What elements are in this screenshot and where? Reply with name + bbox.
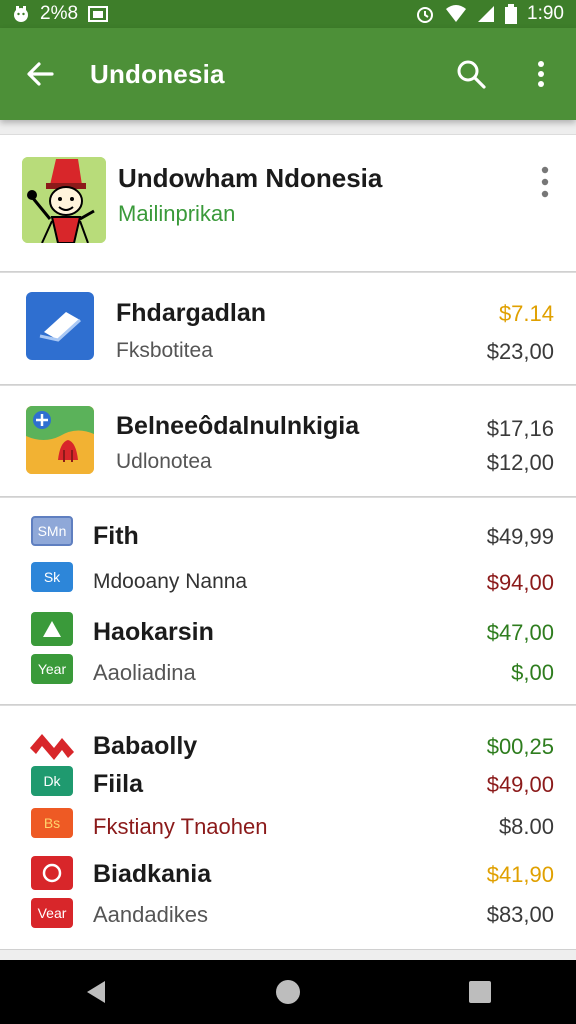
character-icon (22, 157, 106, 243)
nav-back-button[interactable] (66, 962, 126, 1022)
featured-app-icon (22, 157, 106, 243)
item-price-secondary: $12,00 (486, 450, 554, 475)
app-badge-icon: Vear (31, 898, 73, 928)
list-item[interactable]: SMn Fith $49,99 (0, 516, 576, 556)
featured-overflow-button[interactable] (538, 165, 552, 199)
item-price-secondary: $23,00 (486, 339, 554, 364)
square-recents-icon (469, 981, 491, 1003)
arrow-back-icon (27, 62, 54, 86)
status-time: 1:90 (527, 3, 564, 24)
app-badge-icon: Bs (31, 808, 73, 838)
list-item-title: Fiila (93, 770, 144, 798)
list-item-price: $94,00 (486, 570, 554, 595)
featured-title: Undowham Ndonesia (118, 163, 383, 193)
item-price-primary: $17,16 (486, 416, 554, 441)
item-card[interactable]: Fhdargadlan Fksbotitea $7.14 $23,00 (0, 272, 576, 385)
nav-recents-button[interactable] (450, 962, 510, 1022)
image-icon (88, 5, 109, 23)
list-item[interactable]: Dk Fiila $49,00 (0, 766, 576, 806)
list-item-price: $49,00 (486, 772, 554, 797)
list-item[interactable]: Year Aaoliadina $,00 (0, 654, 576, 694)
overflow-menu-button[interactable] (506, 28, 576, 120)
triangle-app-icon (31, 612, 73, 646)
list-item-title: Babaolly (93, 732, 198, 760)
paper-icon (39, 312, 82, 342)
list-item-price: $41,90 (486, 862, 554, 887)
zigzag-app-icon (28, 728, 76, 762)
list-item[interactable]: Vear Aandadikes $83,00 (0, 898, 576, 938)
system-nav-bar (0, 960, 576, 1024)
ring-app-icon (31, 856, 73, 890)
notification-icon (12, 5, 30, 23)
battery-icon (505, 4, 518, 24)
nav-home-button[interactable] (258, 962, 318, 1022)
featured-subtitle: Mailinprikan (118, 201, 236, 226)
item-subtitle: Fksbotitea (116, 339, 213, 362)
app-badge-icon: SMn (31, 516, 73, 546)
list-item-title: Aandadikes (93, 902, 208, 927)
list-item-price: $49,99 (486, 524, 554, 549)
list-item-price: $00,25 (486, 734, 554, 759)
list-item-title: Fkstiany Tnaohen (93, 814, 268, 839)
list-item-price: $83,00 (486, 902, 554, 927)
list-item[interactable]: Haokarsin $47,00 (0, 612, 576, 652)
alarm-icon (415, 4, 435, 24)
document-app-icon (26, 292, 94, 360)
list-item-title: Haokarsin (93, 618, 214, 646)
item-title: Belneeôdalnulnkigia (116, 412, 360, 440)
list-item[interactable]: Sk Mdooany Nanna $94,00 (0, 562, 576, 602)
more-vert-icon (538, 61, 544, 87)
page-title: Undonesia (90, 58, 225, 89)
status-left-text: 2%8 (40, 3, 79, 24)
list-item-price: $8.00 (498, 814, 554, 839)
item-title: Fhdargadlan (116, 299, 267, 327)
more-vert-icon (541, 166, 549, 198)
circle-home-icon (276, 980, 300, 1004)
list-item-price: $,00 (511, 660, 554, 685)
map-app-icon (26, 406, 94, 474)
signal-icon (477, 5, 495, 23)
triangle-back-icon (87, 981, 105, 1003)
search-icon (457, 60, 486, 89)
app-badge-icon: Dk (31, 766, 73, 796)
featured-card[interactable]: Undowham Ndonesia Mailinprikan (0, 134, 576, 272)
list-item[interactable]: Bs Fkstiany Tnaohen $8.00 (0, 808, 576, 848)
item-price-primary: $7.14 (498, 301, 554, 326)
list-item-title: Mdooany Nanna (93, 570, 248, 593)
item-card[interactable]: Belneeôdalnulnkigia Udlonotea $17,16 $12… (0, 385, 576, 497)
app-badge-icon: Year (31, 654, 73, 684)
list-item[interactable]: Babaolly $00,25 (0, 728, 576, 768)
list-item-title: Fith (93, 522, 139, 550)
app-bar: Undonesia (0, 28, 576, 120)
puzzle-icon (26, 406, 94, 474)
list-item-price: $47,00 (486, 620, 554, 645)
list-item[interactable]: Biadkania $41,90 (0, 856, 576, 896)
item-subtitle: Udlonotea (116, 450, 212, 473)
app-badge-icon: Sk (31, 562, 73, 592)
list-item-title: Biadkania (93, 860, 212, 888)
list-card: SMn Fith $49,99 Sk Mdooany Nanna $94,00 … (0, 497, 576, 705)
status-bar: 2%8 1:90 (0, 0, 576, 28)
list-card: Babaolly $00,25 Dk Fiila $49,00 Bs Fksti… (0, 705, 576, 950)
search-button[interactable] (436, 28, 506, 120)
back-button[interactable] (0, 28, 80, 120)
wifi-icon (445, 5, 467, 23)
list-item-title: Aaoliadina (93, 660, 196, 685)
